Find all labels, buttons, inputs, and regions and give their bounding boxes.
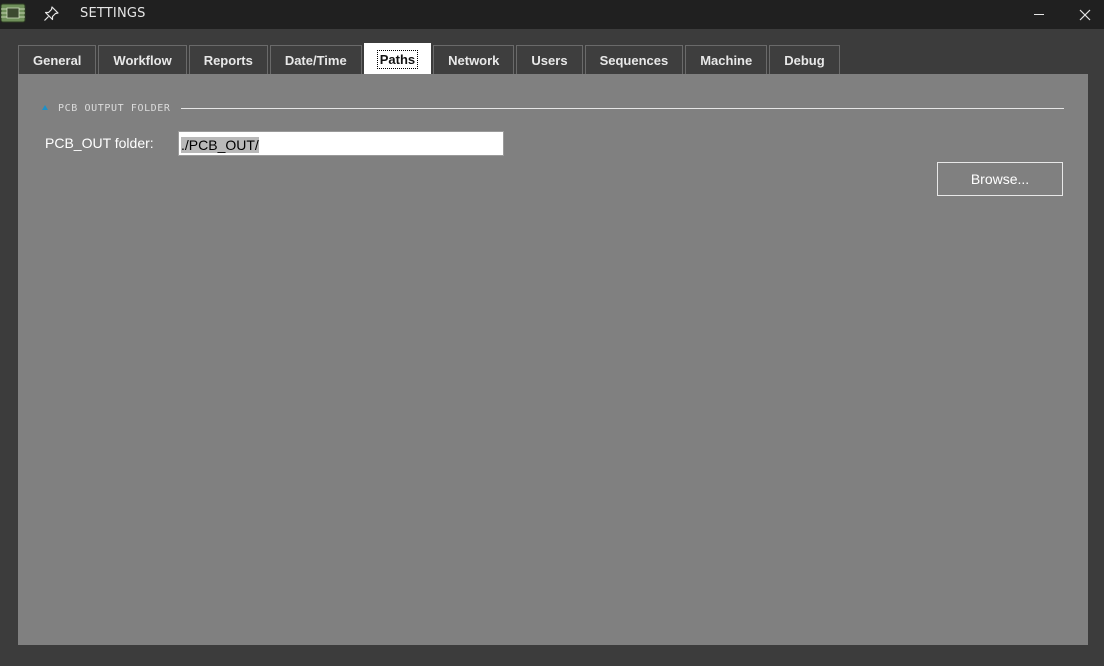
tab-label: Reports [203, 52, 253, 68]
minimize-icon [1034, 14, 1044, 15]
settings-tabs: General Workflow Reports Date/Time Paths… [18, 43, 842, 74]
title-bar: SETTINGS [0, 0, 1104, 29]
tab-general[interactable]: General [18, 45, 97, 74]
pcb-out-folder-label: PCB_OUT folder: [45, 135, 154, 151]
tab-label: Machine [700, 52, 753, 68]
paths-panel: PCB OUTPUT FOLDER PCB_OUT folder: ./PCB_… [18, 74, 1088, 645]
browse-button[interactable]: Browse... [937, 162, 1063, 196]
tab-label: Workflow [113, 52, 172, 68]
close-icon [1079, 9, 1091, 21]
pcb-out-folder-value: ./PCB_OUT/ [181, 137, 259, 153]
collapse-triangle-icon[interactable] [42, 104, 50, 112]
tab-label: Users [531, 52, 568, 68]
tab-label: Debug [784, 52, 825, 68]
tab-paths[interactable]: Paths [363, 43, 432, 74]
minimize-button[interactable] [1016, 0, 1062, 29]
tab-sequences[interactable]: Sequences [584, 45, 684, 74]
tab-label: General [33, 52, 82, 68]
window-title: SETTINGS [80, 6, 146, 21]
pin-icon[interactable] [42, 5, 60, 23]
tab-workflow[interactable]: Workflow [98, 45, 187, 74]
close-button[interactable] [1062, 0, 1104, 29]
tab-label: Network [448, 52, 500, 68]
tab-users[interactable]: Users [516, 45, 583, 74]
pcb-output-section-header[interactable]: PCB OUTPUT FOLDER [42, 101, 1064, 115]
tab-machine[interactable]: Machine [685, 45, 768, 74]
section-title: PCB OUTPUT FOLDER [58, 102, 171, 114]
tab-debug[interactable]: Debug [769, 45, 840, 74]
section-divider [180, 107, 1064, 109]
tab-label: Sequences [599, 52, 669, 68]
tab-date-time[interactable]: Date/Time [269, 45, 362, 74]
tab-reports[interactable]: Reports [188, 45, 268, 74]
tab-label: Paths [376, 49, 419, 69]
tab-network[interactable]: Network [433, 45, 515, 74]
pcb-out-folder-input[interactable]: ./PCB_OUT/ [178, 131, 504, 156]
tab-label: Date/Time [284, 52, 347, 68]
circuit-board-icon [0, 3, 26, 23]
